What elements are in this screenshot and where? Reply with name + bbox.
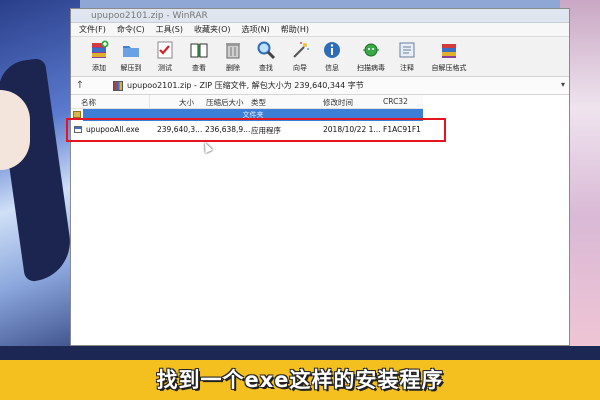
info-icon (324, 42, 340, 58)
menu-favorites[interactable]: 收藏夹(O) (194, 24, 231, 35)
view-book-icon (190, 43, 208, 58)
virus-scan-label: 扫描病毒 (357, 64, 385, 72)
extract-to-button[interactable]: 解压到 (115, 40, 147, 73)
test-checklist-icon (157, 41, 173, 59)
address-dropdown-icon[interactable]: ▾ (561, 80, 565, 89)
view-label: 查看 (192, 64, 206, 72)
sfx-label: 自解压格式 (431, 64, 467, 72)
window-titlebar[interactable]: upupoo2101.zip - WinRAR (71, 9, 569, 23)
comment-button[interactable]: 注释 (391, 40, 423, 73)
info-label: 信息 (325, 64, 339, 72)
delete-label: 删除 (226, 64, 240, 72)
magnifier-icon (257, 41, 276, 60)
background-character-left (0, 0, 80, 360)
column-divider[interactable] (149, 95, 150, 109)
window-title: upupoo2101.zip - WinRAR (91, 11, 208, 21)
wizard-label: 向导 (293, 64, 307, 72)
extract-folder-icon (123, 46, 139, 57)
column-name[interactable]: 名称 (81, 97, 96, 108)
add-archive-icon (92, 40, 109, 58)
zip-archive-icon (113, 80, 123, 91)
highlight-box (66, 118, 446, 142)
sfx-button[interactable]: 自解压格式 (429, 40, 469, 73)
wizard-button[interactable]: 向导 (284, 40, 316, 73)
sfx-icon (442, 44, 456, 58)
virus-scan-icon (363, 43, 379, 57)
folder-icon (73, 111, 81, 118)
add-label: 添加 (92, 64, 106, 72)
archive-path: upupoo2101.zip - ZIP 压缩文件, 解包大小为 239,640… (127, 81, 364, 90)
wizard-wand-icon (293, 42, 309, 58)
test-label: 测试 (158, 64, 172, 72)
winrar-window: upupoo2101.zip - WinRAR 文件(F) 命令(C) 工具(S… (70, 8, 570, 346)
comment-label: 注释 (400, 64, 414, 72)
trash-icon (226, 43, 240, 59)
info-button[interactable]: 信息 (316, 40, 348, 73)
column-type[interactable]: 类型 (251, 97, 266, 108)
column-crc[interactable]: CRC32 (383, 97, 408, 106)
menu-file[interactable]: 文件(F) (79, 24, 106, 35)
column-packed[interactable]: 压缩后大小 (206, 97, 244, 108)
menu-commands[interactable]: 命令(C) (117, 24, 145, 35)
view-button[interactable]: 查看 (183, 40, 215, 73)
extract-to-label: 解压到 (120, 64, 142, 72)
find-button[interactable]: 查找 (250, 40, 282, 73)
delete-button[interactable]: 删除 (217, 40, 249, 73)
file-list-header: 名称 大小 压缩后大小 类型 修改时间 CRC32 (71, 95, 423, 109)
subtitle-bar: 找到一个exe这样的安装程序 (0, 360, 600, 400)
add-button[interactable]: 添加 (83, 40, 115, 73)
subtitle-text: 找到一个exe这样的安装程序 (156, 368, 444, 392)
comment-icon (399, 42, 415, 58)
find-label: 查找 (259, 64, 273, 72)
column-size[interactable]: 大小 (179, 97, 194, 108)
up-arrow-icon[interactable]: ↑ (71, 80, 89, 91)
caption-top-band (0, 346, 600, 360)
menu-bar: 文件(F) 命令(C) 工具(S) 收藏夹(O) 选项(N) 帮助(H) (71, 23, 569, 37)
test-button[interactable]: 测试 (149, 40, 181, 73)
menu-help[interactable]: 帮助(H) (281, 24, 309, 35)
virus-scan-button[interactable]: 扫描病毒 (355, 40, 387, 73)
toolbar: 添加 解压到 测试 查看 删除 查找 向导 信息 扫描病毒 注释 自解压格式 (71, 37, 569, 77)
menu-options[interactable]: 选项(N) (242, 24, 270, 35)
address-bar: ↑ upupoo2101.zip - ZIP 压缩文件, 解包大小为 239,6… (71, 77, 569, 95)
column-modified[interactable]: 修改时间 (323, 97, 353, 108)
menu-tools[interactable]: 工具(S) (156, 24, 183, 35)
